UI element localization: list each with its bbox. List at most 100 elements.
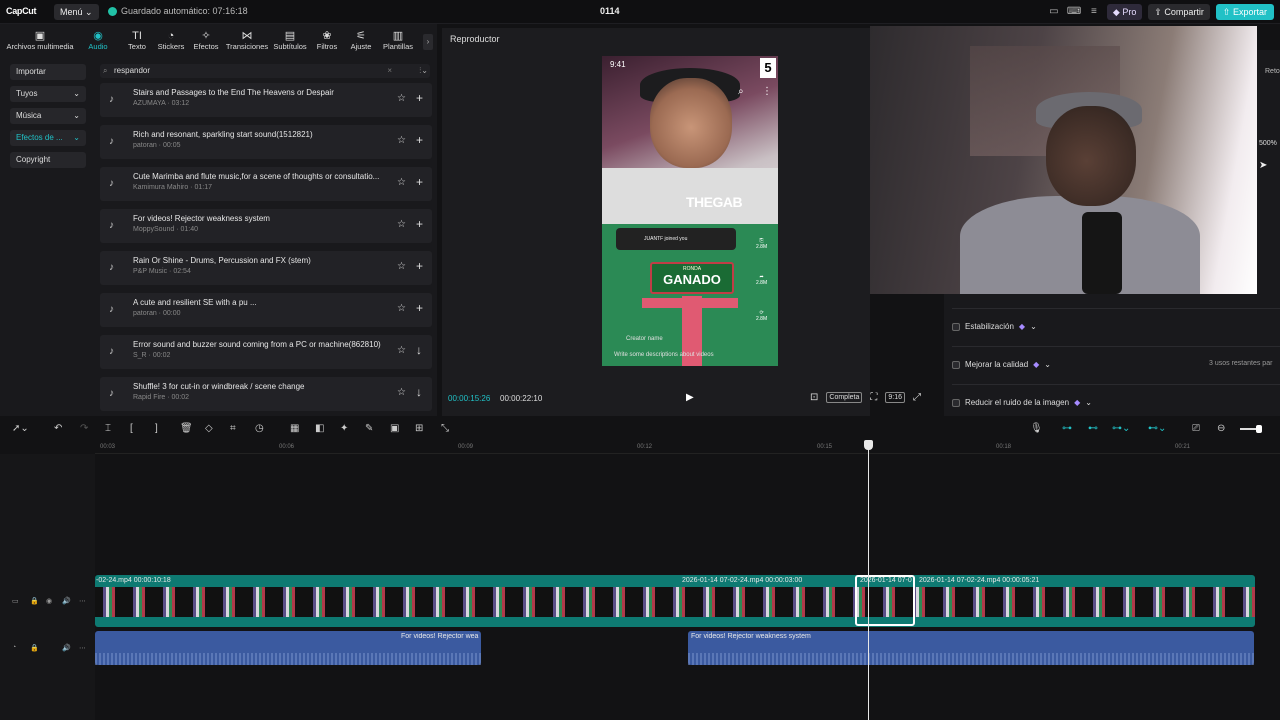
add-icon[interactable]: +: [416, 217, 423, 231]
speed-icon[interactable]: ◷: [255, 423, 264, 434]
retouch-tab[interactable]: Reto: [1265, 68, 1280, 75]
playhead-handle[interactable]: [864, 440, 873, 450]
add-icon[interactable]: +: [416, 175, 423, 189]
quality-button[interactable]: Completa: [826, 392, 863, 403]
download-icon[interactable]: ↓: [416, 385, 422, 399]
more-icon[interactable]: ⋯: [79, 644, 86, 652]
star-icon[interactable]: ☆: [397, 135, 406, 146]
volume-icon[interactable]: 🔊: [62, 597, 71, 605]
checkbox[interactable]: [952, 360, 960, 369]
export-button[interactable]: ⇧ Exportar: [1215, 4, 1274, 20]
playhead[interactable]: [868, 440, 869, 720]
freeze-icon[interactable]: ▦: [290, 423, 299, 434]
add-icon[interactable]: +: [416, 301, 423, 315]
search-input[interactable]: ⌕ respandor × ⫶⌄: [100, 64, 430, 78]
captions-icon[interactable]: ⎚: [1192, 423, 1200, 434]
hd-icon[interactable]: ▣: [390, 423, 399, 434]
list-item[interactable]: ♪ Cute Marimba and flute music,for a scen…: [100, 167, 432, 201]
tab-effects[interactable]: ✧ Efectos: [188, 28, 224, 54]
lock-icon[interactable]: 🔒: [30, 644, 39, 652]
snap-icon[interactable]: ⊶⌄: [1112, 423, 1130, 434]
magic-icon[interactable]: ✎: [365, 423, 373, 434]
zoom-slider-handle[interactable]: [1256, 425, 1262, 433]
filter-icon[interactable]: ⫶⌄: [419, 64, 428, 78]
trim-right-icon[interactable]: ]: [155, 423, 158, 434]
selected-clip[interactable]: [855, 575, 915, 626]
checkbox[interactable]: [952, 398, 960, 407]
denoise-option[interactable]: Reducir el ruido de la imagen ◆ ⌄: [952, 398, 1092, 407]
redo-icon[interactable]: ↷: [80, 423, 88, 434]
tab-filters[interactable]: ❀ Filtros: [310, 28, 344, 54]
volume-icon[interactable]: 🔊: [62, 644, 71, 652]
star-icon[interactable]: ☆: [397, 93, 406, 104]
clear-icon[interactable]: ×: [387, 64, 392, 78]
tab-transitions[interactable]: ⋈ Transiciones: [224, 28, 270, 54]
export-frame-icon[interactable]: ⊞: [415, 423, 423, 434]
crop-icon[interactable]: ⛶: [870, 392, 877, 403]
star-icon[interactable]: ☆: [397, 219, 406, 230]
crop-icon[interactable]: ⌗: [230, 423, 236, 434]
safe-area-icon[interactable]: ⊡: [810, 392, 818, 403]
sidebar-item-tuyos[interactable]: Tuyos ⌄: [10, 86, 86, 102]
list-item[interactable]: ♪ Shuffle! 3 for cut-in or windbreak / sc…: [100, 377, 432, 411]
sidebar-item-musica[interactable]: Música ⌄: [10, 108, 86, 124]
window-menu-icon[interactable]: ≡: [1087, 5, 1101, 19]
add-icon[interactable]: +: [416, 91, 423, 105]
ratio-button[interactable]: 9:16: [885, 392, 905, 403]
layout-icon[interactable]: ▭: [1047, 5, 1061, 19]
list-item[interactable]: ♪ A cute and resilient SE with a pu ... pa…: [100, 293, 432, 327]
fullscreen-icon[interactable]: ⤢: [913, 392, 921, 403]
star-icon[interactable]: ☆: [397, 345, 406, 356]
share-button[interactable]: ⇪ Compartir: [1148, 4, 1210, 20]
pro-button[interactable]: ◆ Pro: [1106, 4, 1143, 20]
list-item[interactable]: ♪ Stairs and Passages to the End The Heav…: [100, 83, 432, 117]
sidebar-item-importar[interactable]: Importar: [10, 64, 86, 80]
lock-icon[interactable]: 🔒: [30, 597, 39, 605]
video-preview[interactable]: THEGAB 9:41 5 ⌕ ⋮ JUANTF joined you ROND…: [602, 56, 778, 366]
star-icon[interactable]: ☆: [397, 261, 406, 272]
checkbox[interactable]: [952, 322, 960, 331]
list-item[interactable]: ♪ Rich and resonant, sparkling start soun…: [100, 125, 432, 159]
list-item[interactable]: ♪ Rain Or Shine - Drums, Percussion and F…: [100, 251, 432, 285]
split-icon[interactable]: ⌶: [105, 423, 111, 434]
eye-icon[interactable]: ◉: [46, 597, 52, 605]
tab-audio[interactable]: ◉ Audio: [76, 28, 120, 54]
expand-icon[interactable]: ⤡: [441, 423, 449, 434]
star-icon[interactable]: ☆: [397, 303, 406, 314]
tab-adjust[interactable]: ⚟ Ajuste: [344, 28, 378, 54]
chevron-right-icon[interactable]: ›: [423, 34, 433, 50]
ai-icon[interactable]: ✦: [340, 423, 348, 434]
tab-templates[interactable]: ▥ Plantillas: [378, 28, 418, 54]
select-tool-icon[interactable]: ➚⌄: [12, 423, 29, 434]
magnet-icon[interactable]: ⊷: [1088, 423, 1098, 434]
play-icon[interactable]: ▶: [686, 392, 694, 403]
add-icon[interactable]: +: [416, 133, 423, 147]
add-icon[interactable]: +: [416, 259, 423, 273]
tab-subtitles[interactable]: ▤ Subtítulos: [270, 28, 310, 54]
trim-left-icon[interactable]: [: [130, 423, 133, 434]
cover-icon[interactable]: ▭: [12, 597, 19, 605]
more-icon[interactable]: ⋯: [79, 597, 86, 605]
list-item[interactable]: ♪ For videos! Rejector weakness system Mop…: [100, 209, 432, 243]
mirror-icon[interactable]: ◧: [315, 423, 324, 434]
delete-icon[interactable]: 🗑: [180, 423, 193, 434]
microphone-icon[interactable]: 🎙: [1030, 423, 1043, 434]
enhance-quality-option[interactable]: Mejorar la calidad ◆ ⌄: [952, 360, 1051, 369]
star-icon[interactable]: ☆: [397, 177, 406, 188]
menu-button[interactable]: Menú ⌄: [54, 4, 99, 20]
tab-media[interactable]: ▣ Archivos multimedia: [4, 28, 76, 54]
star-icon[interactable]: ☆: [397, 387, 406, 398]
link-main-track-icon[interactable]: ⊶: [1062, 423, 1072, 434]
mask-icon[interactable]: ◇: [205, 423, 213, 434]
undo-icon[interactable]: ↶: [54, 423, 62, 434]
sidebar-item-efectos[interactable]: Efectos de ... ⌄: [10, 130, 86, 146]
shortcuts-icon[interactable]: ⌨: [1067, 5, 1081, 19]
zoom-out-icon[interactable]: ⊖: [1217, 423, 1225, 434]
list-item[interactable]: ♪ Error sound and buzzer sound coming fro…: [100, 335, 432, 369]
preview-axis-icon[interactable]: ⊷⌄: [1148, 423, 1166, 434]
download-icon[interactable]: ↓: [416, 343, 422, 357]
timeline-ruler[interactable]: [95, 440, 1280, 454]
tab-text[interactable]: TI Texto: [120, 28, 154, 54]
stabilization-option[interactable]: Estabilización ◆ ⌄: [952, 322, 1037, 331]
tab-stickers[interactable]: ◔ Stickers: [154, 28, 188, 54]
